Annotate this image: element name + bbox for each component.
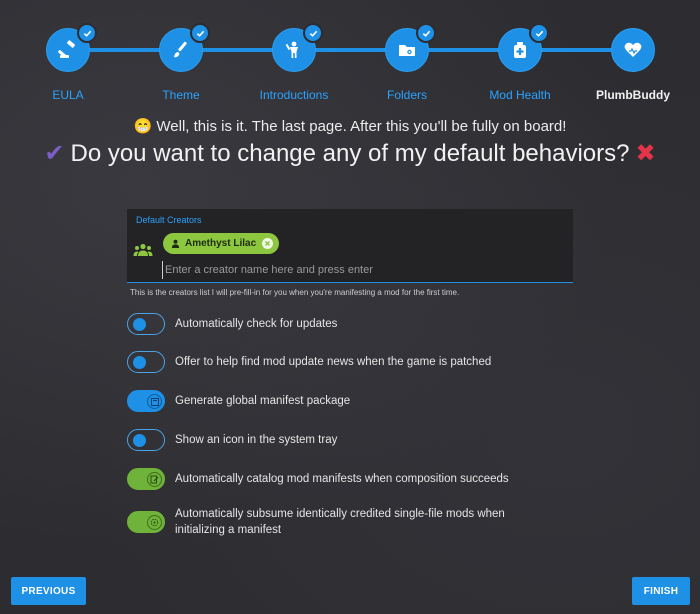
toggle-label: Offer to help find mod update news when …: [175, 356, 492, 368]
medical-icon: [514, 42, 526, 58]
creator-chip-label: Amethyst Lilac: [185, 238, 257, 249]
step-introductions[interactable]: Introductions: [234, 23, 354, 102]
step-circle: [272, 23, 323, 72]
step-eula[interactable]: EULA: [8, 23, 128, 102]
step-label: Mod Health: [489, 88, 551, 102]
grin-emoji-icon: 😁: [133, 118, 153, 135]
toggle-row-system-tray: Show an icon in the system tray: [127, 429, 337, 451]
toggle-row-check-updates: Automatically check for updates: [127, 313, 337, 335]
step-circle: [385, 23, 436, 72]
subheading: 😁 Well, this is it. The last page. After…: [0, 117, 700, 135]
toggle-knob: [133, 356, 146, 369]
step-label: Folders: [386, 88, 427, 102]
check-mark-icon: ✔: [44, 140, 65, 167]
chip-remove-icon[interactable]: [262, 238, 274, 249]
toggle-row-catalog-manifests: Automatically catalog mod manifests when…: [127, 468, 509, 490]
finish-button[interactable]: FINISH: [632, 577, 690, 605]
step-circle: [611, 28, 655, 72]
system-tray-toggle[interactable]: [127, 429, 165, 451]
creators-helper-text: This is the creators list I will pre-fil…: [130, 288, 460, 297]
step-complete-check-icon: [529, 23, 549, 43]
toggle-label: Automatically check for updates: [175, 318, 338, 330]
toggle-knob: [133, 434, 146, 447]
person-icon: [285, 41, 298, 58]
subheading-text: Well, this is it. The last page. After t…: [156, 118, 567, 135]
heart-icon: [624, 42, 642, 57]
toggle-label: Generate global manifest package: [175, 395, 351, 407]
previous-button[interactable]: PREVIOUS: [11, 577, 86, 605]
step-label: PlumbBuddy: [596, 88, 670, 102]
step-label: Theme: [162, 88, 200, 102]
toggle-knob: [147, 394, 162, 409]
toggle-knob: [147, 472, 162, 487]
people-group-icon: [133, 243, 153, 256]
default-creators-label: Default Creators: [136, 215, 202, 225]
step-folders[interactable]: Folders: [347, 23, 467, 102]
toggle-row-global-manifest: Generate global manifest package: [127, 390, 350, 412]
step-complete-check-icon: [77, 23, 97, 43]
catalog-icon: [150, 475, 159, 484]
creator-chip[interactable]: Amethyst Lilac: [163, 233, 280, 254]
step-circle: [159, 23, 210, 72]
person-icon: [171, 239, 180, 248]
toggle-row-subsume-mods: Automatically subsume identically credit…: [127, 506, 555, 538]
cross-mark-icon: ✖: [635, 140, 656, 167]
step-label: EULA: [52, 88, 84, 102]
step-plumbbuddy[interactable]: PlumbBuddy: [573, 28, 693, 102]
creator-name-input[interactable]: [162, 261, 567, 279]
toggle-knob: [147, 515, 162, 530]
merge-icon: [150, 518, 159, 527]
folder-icon: [399, 45, 415, 56]
step-mod-health[interactable]: Mod Health: [460, 23, 580, 102]
step-label: Introductions: [259, 88, 329, 102]
step-complete-check-icon: [303, 23, 323, 43]
package-icon: [150, 397, 159, 406]
global-manifest-toggle[interactable]: [127, 390, 165, 412]
catalog-manifests-toggle[interactable]: [127, 468, 165, 490]
step-theme[interactable]: Theme: [121, 23, 241, 102]
page-title: ✔ Do you want to change any of my default…: [0, 139, 700, 168]
paint-brush-icon: [174, 41, 187, 58]
step-circle: [498, 23, 549, 72]
wizard-stepper: EULA Theme Introductions Folders Mod Hea…: [0, 0, 700, 110]
step-complete-check-icon: [190, 23, 210, 43]
toggle-label: Show an icon in the system tray: [175, 434, 338, 446]
step-complete-check-icon: [416, 23, 436, 43]
toggle-knob: [133, 318, 146, 331]
check-updates-toggle[interactable]: [127, 313, 165, 335]
step-circle: [46, 23, 97, 72]
default-creators-field[interactable]: Default Creators Amethyst Lilac: [127, 209, 573, 283]
toggle-label: Automatically subsume identically credit…: [175, 508, 505, 536]
subsume-mods-toggle[interactable]: [127, 511, 165, 533]
toggle-label: Automatically catalog mod manifests when…: [175, 473, 509, 485]
page-title-text: Do you want to change any of my default …: [70, 140, 630, 167]
update-news-toggle[interactable]: [127, 351, 165, 373]
gavel-icon: [58, 40, 75, 58]
toggle-row-update-news: Offer to help find mod update news when …: [127, 351, 491, 373]
